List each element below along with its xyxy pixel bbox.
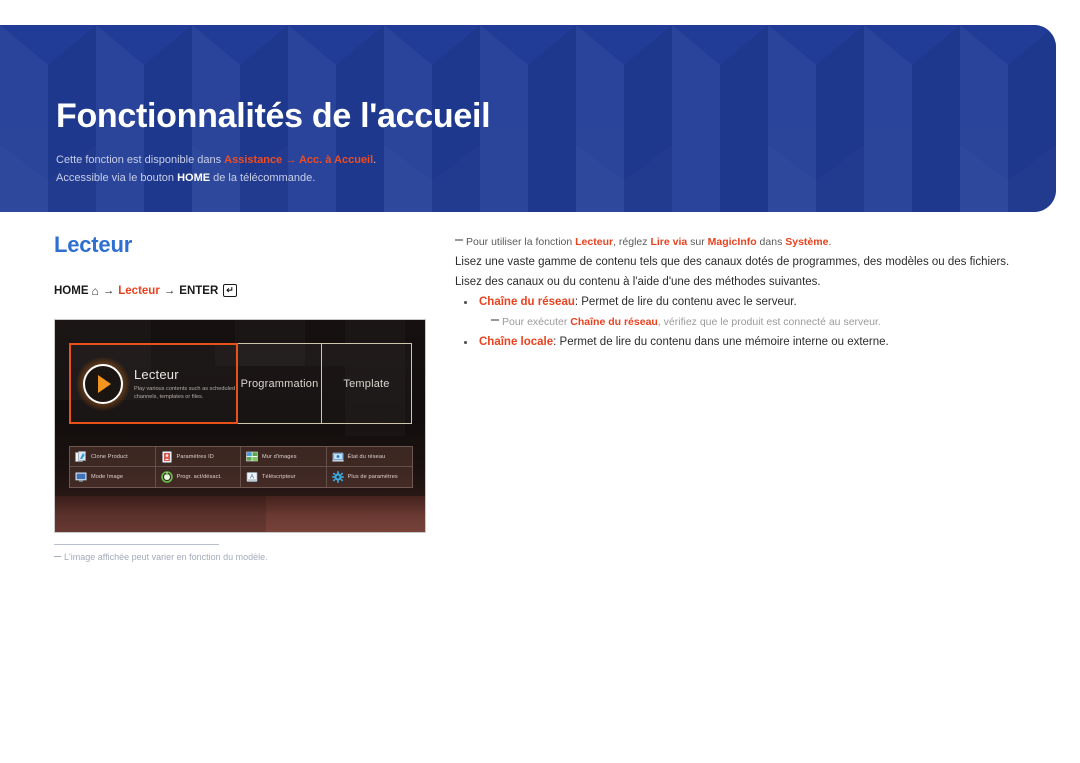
- note-top-b1: Lecteur: [575, 236, 614, 248]
- bullet-2-term: Chaîne locale: [479, 336, 554, 348]
- tv-grid-item-telescripteur[interactable]: A Téléscripteur: [241, 467, 327, 488]
- bullet-chaine-du-reseau: Chaîne du réseau: Permet de lire du cont…: [455, 292, 1030, 312]
- note-top-p4: dans: [756, 236, 786, 248]
- right-note-top: Pour utiliser la fonction Lecteur, régle…: [455, 232, 1030, 252]
- breadcrumb-arrow-1: →: [102, 284, 115, 297]
- banner-home-key: HOME: [177, 172, 211, 184]
- header-banner: Fonctionnalités de l'accueil Cette fonct…: [0, 25, 1056, 212]
- banner-content: Fonctionnalités de l'accueil Cette fonct…: [56, 25, 1056, 212]
- tv-grid-label: Téléscripteur: [262, 474, 296, 481]
- note-top-p2: , réglez: [613, 236, 651, 248]
- left-column: Lecteur HOME ⌂ → Lecteur → ENTER ↵ Lecte…: [54, 232, 434, 562]
- banner-sub2-post: de la télécommande.: [210, 172, 316, 184]
- tv-grid-label: Progr. act/désact.: [176, 474, 222, 481]
- dash-mark-icon: [491, 319, 499, 321]
- banner-sub1-post: .: [373, 154, 377, 166]
- id-settings-icon: [161, 451, 172, 463]
- banner-sub2-pre: Accessible via le bouton: [56, 172, 178, 184]
- tv-grid-item-parametres-id[interactable]: Paramètres ID: [155, 447, 241, 468]
- video-wall-icon: [246, 451, 258, 462]
- page-title: Fonctionnalités de l'accueil: [56, 97, 491, 135]
- tv-grid-item-mur-dimages[interactable]: Mur d'images: [241, 447, 327, 468]
- tv-grid-label: État du réseau: [347, 453, 386, 460]
- clone-product-icon: [75, 451, 86, 462]
- note-top-p3: sur: [687, 236, 708, 248]
- tv-tile-lecteur[interactable]: Lecteur Play various contents such as sc…: [69, 343, 239, 425]
- tv-grid-label: Paramètres ID: [176, 453, 214, 460]
- banner-subtitle-remote: Accessible via le bouton HOME de la télé…: [56, 172, 315, 184]
- note-top-b4: Système: [785, 236, 829, 248]
- dash-mark-icon: [455, 239, 463, 241]
- page-root: Fonctionnalités de l'accueil Cette fonct…: [0, 0, 1080, 763]
- subnote-1-b1: Chaîne du réseau: [570, 316, 658, 328]
- tv-grid-item-plus-de-parametres[interactable]: Plus de paramètres: [327, 467, 413, 487]
- footnote-divider: [54, 544, 219, 546]
- tv-grid-item-progr-act-desact[interactable]: Progr. act/désact.: [156, 467, 241, 488]
- breadcrumb-item-lecteur: Lecteur: [118, 284, 160, 297]
- tv-tile-lecteur-desc: Play various contents such as scheduled …: [134, 385, 236, 400]
- breadcrumb-enter-label: ENTER: [179, 284, 219, 297]
- tv-grid-label: Mode Image: [91, 474, 124, 481]
- play-circle-icon: [76, 356, 130, 411]
- note-top-b3: MagicInfo: [707, 236, 757, 248]
- banner-sub1-pre: Cette fonction est disponible dans: [56, 154, 225, 166]
- enter-key-icon: ↵: [223, 284, 237, 298]
- tv-tile-lecteur-text: Lecteur Play various contents such as sc…: [134, 367, 239, 402]
- tv-tile-lecteur-title: Lecteur: [134, 366, 179, 382]
- breadcrumb-arrow-2: →: [163, 284, 176, 297]
- right-paragraph-1: Lisez une vaste gamme de contenu tels qu…: [455, 256, 1010, 268]
- tv-grid-label: Mur d'images: [262, 453, 297, 460]
- note-top-b2: Lire via: [650, 236, 688, 248]
- bullet-1-text: : Permet de lire du contenu avec le serv…: [574, 296, 797, 308]
- tv-grid-item-clone-product[interactable]: Clone Product: [70, 447, 156, 468]
- subnote-1-p2: , vérifiez que le produit est connecté a…: [657, 316, 881, 328]
- dash-mark-icon: [54, 556, 61, 558]
- tv-tile-programmation[interactable]: Programmation: [238, 343, 322, 425]
- breadcrumb: HOME ⌂ → Lecteur → ENTER ↵: [54, 283, 434, 298]
- tv-grid-label: Plus de paramètres: [347, 474, 398, 481]
- bullet-1-term: Chaîne du réseau: [479, 296, 575, 308]
- note-top-p5: .: [828, 236, 832, 248]
- tv-screenshot: Lecteur Play various contents such as sc…: [54, 319, 426, 534]
- bullet-chaine-locale: Chaîne locale: Permet de lire du contenu…: [455, 332, 1030, 352]
- network-status-icon: [331, 452, 344, 462]
- tv-settings-grid: Clone Product Paramètres ID Mur d'images…: [69, 446, 413, 489]
- right-column: Pour utiliser la fonction Lecteur, régle…: [455, 232, 1030, 352]
- tv-bottom-band: [55, 496, 425, 533]
- tv-grid-item-etat-reseau[interactable]: État du réseau: [326, 447, 412, 468]
- banner-path-arrow: →: [282, 154, 299, 166]
- home-icon: ⌂: [91, 283, 99, 298]
- banner-path-acc-accueil: Acc. à Accueil: [298, 154, 374, 166]
- gear-icon: [331, 471, 344, 484]
- banner-path-assistance: Assistance: [224, 154, 283, 166]
- subnote-1-p1: Pour exécuter: [502, 316, 571, 328]
- subnote-chaine-du-reseau: Pour exécuter Chaîne du réseau, vérifiez…: [455, 312, 1030, 332]
- tv-grid-item-mode-image[interactable]: Mode Image: [70, 467, 156, 488]
- on-off-timer-icon: [160, 471, 173, 484]
- footnote-text: L'image affichée peut varier en fonction…: [64, 552, 268, 563]
- tv-top-tile-row: Lecteur Play various contents such as sc…: [69, 343, 413, 425]
- right-paragraph-2: Lisez des canaux ou du contenu à l'aide …: [455, 276, 821, 288]
- tv-tile-programmation-label: Programmation: [240, 377, 319, 390]
- footnote-text-row: L'image affichée peut varier en fonction…: [54, 552, 426, 562]
- banner-subtitle-path: Cette fonction est disponible dans Assis…: [56, 154, 376, 166]
- breadcrumb-home-label: HOME: [54, 284, 89, 297]
- note-top-p1: Pour utiliser la fonction: [466, 236, 576, 248]
- ticker-icon: A: [246, 472, 258, 483]
- bullet-2-text: : Permet de lire du contenu dans une mém…: [553, 336, 889, 348]
- tv-tile-template[interactable]: Template: [322, 343, 412, 425]
- tv-grid-label: Clone Product: [91, 453, 128, 460]
- picture-mode-icon: [75, 472, 87, 482]
- tv-footnote: L'image affichée peut varier en fonction…: [54, 544, 426, 562]
- section-title: Lecteur: [54, 232, 133, 257]
- tv-tile-template-label: Template: [343, 377, 390, 390]
